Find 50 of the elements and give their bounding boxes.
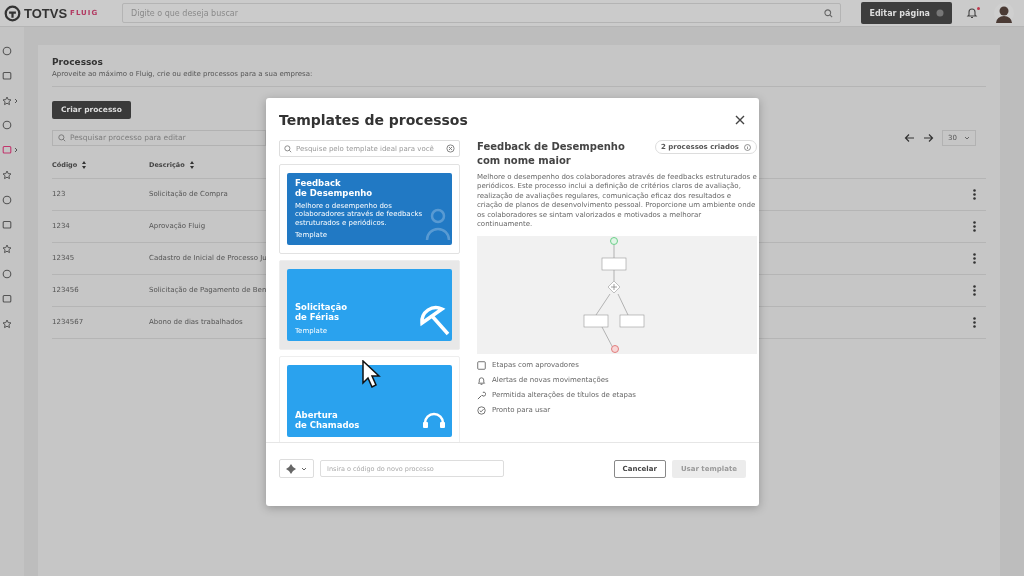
circle-icon[interactable] (2, 120, 12, 131)
search-icon (824, 9, 834, 18)
more-options-icon[interactable] (973, 284, 976, 296)
more-options-icon[interactable] (973, 220, 976, 232)
logo-brand: TOTVS (24, 5, 68, 21)
star-icon[interactable] (2, 170, 12, 180)
circle-icon[interactable] (2, 269, 12, 280)
people-icon (424, 207, 452, 241)
window-icon[interactable] (2, 70, 12, 81)
window-icon[interactable] (2, 145, 12, 156)
sidebar-item[interactable] (0, 144, 20, 157)
close-icon[interactable] (735, 115, 745, 125)
template-title: Abertura de Chamados (295, 411, 360, 431)
more-options-icon[interactable] (973, 316, 976, 328)
template-detail-title: Feedback de Desempenho com nome maior (477, 140, 626, 168)
previous-page-icon[interactable] (904, 132, 916, 143)
more-options-icon[interactable] (973, 252, 976, 264)
sort-icon[interactable] (82, 160, 87, 169)
headset-icon (422, 411, 446, 429)
check-circle-icon (477, 405, 486, 415)
dialog-title: Templates de processos (279, 112, 468, 128)
icon-select[interactable] (279, 459, 314, 478)
chevron-icon[interactable] (14, 97, 18, 104)
search-icon (284, 144, 292, 153)
clear-icon[interactable] (446, 144, 455, 153)
bell-icon (477, 375, 486, 385)
diamond-icon (286, 463, 296, 474)
page-title: Processos (52, 57, 104, 67)
edit-page-button[interactable]: Editar página (861, 2, 952, 24)
template-title: Feedback de Desempenho (295, 179, 373, 199)
template-title: Solicitação de Férias (295, 303, 348, 323)
caret-icon (301, 466, 307, 471)
next-page-icon[interactable] (923, 132, 935, 143)
circle-icon[interactable] (2, 46, 12, 56)
notifications-bell[interactable] (966, 7, 978, 19)
logo-icon (4, 4, 21, 22)
star-icon[interactable] (2, 95, 12, 106)
info-icon (743, 143, 751, 151)
star-icon[interactable] (2, 244, 12, 255)
search-icon (58, 133, 66, 142)
window-icon[interactable] (2, 219, 12, 230)
sidebar-item[interactable] (0, 94, 20, 107)
circle-icon[interactable] (2, 194, 12, 205)
sort-icon[interactable] (189, 160, 194, 169)
star-icon[interactable] (2, 318, 12, 329)
more-options-icon[interactable] (973, 188, 976, 200)
chevron-icon[interactable] (14, 147, 18, 154)
window-icon[interactable] (2, 293, 12, 304)
mouse-cursor-icon (362, 360, 382, 388)
caret-icon (964, 135, 970, 140)
